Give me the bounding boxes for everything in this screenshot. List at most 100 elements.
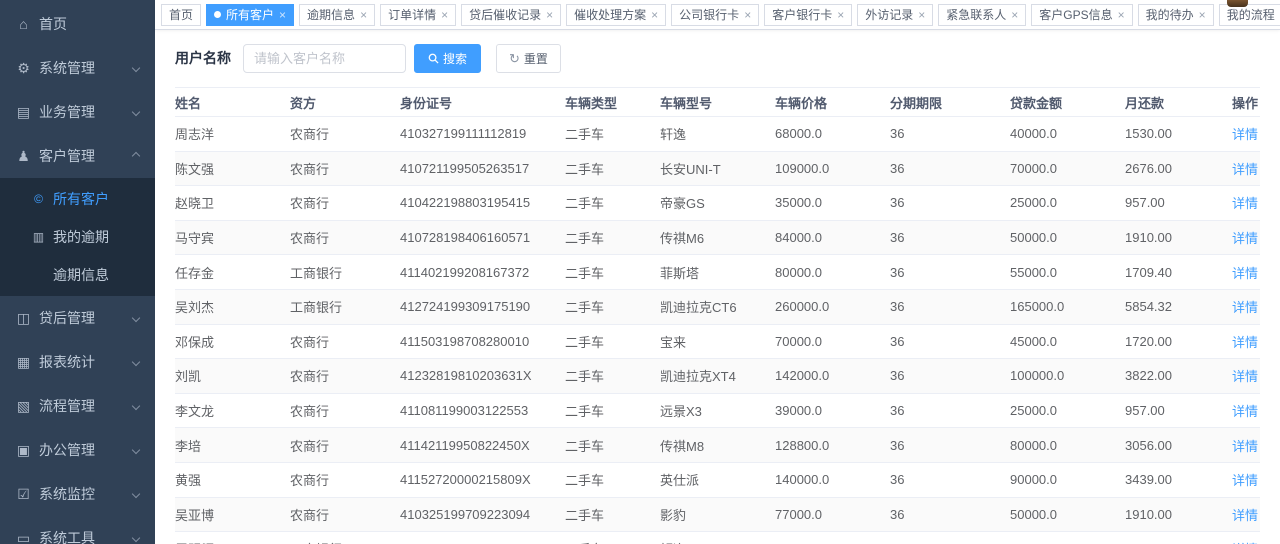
tab-my-process[interactable]: 我的流程× [1219, 4, 1280, 26]
close-icon[interactable]: × [546, 9, 553, 21]
search-button[interactable]: 搜索 [414, 44, 481, 73]
detail-link[interactable]: 详情 [1232, 231, 1258, 246]
detail-link[interactable]: 详情 [1232, 369, 1258, 384]
close-icon[interactable]: × [744, 9, 751, 21]
cell-funder: 农商行 [290, 505, 400, 524]
close-icon[interactable]: × [1011, 9, 1018, 21]
column-header: 身份证号 [400, 93, 565, 112]
cell-term: 36 [890, 438, 1010, 453]
chevron-down-icon [132, 358, 140, 366]
tab-bar: 首页所有客户×逾期信息×订单详情×贷后催收记录×催收处理方案×公司银行卡×客户银… [155, 0, 1280, 30]
close-icon[interactable]: × [837, 9, 844, 21]
sidebar-nav: ⌂首页⚙系统管理▤业务管理♟客户管理©所有客户▥我的逾期逾期信息◫贷后管理▦报表… [0, 2, 155, 544]
tab-overdue-info[interactable]: 逾期信息× [299, 4, 375, 26]
sidebar-item-customer-mgmt[interactable]: ♟客户管理 [0, 134, 155, 178]
sidebar-item-process-mgmt[interactable]: ▧流程管理 [0, 384, 155, 428]
cell-action: 详情 [1225, 366, 1260, 385]
column-header: 车辆类型 [565, 93, 660, 112]
tab-customer-gps[interactable]: 客户GPS信息× [1031, 4, 1132, 26]
sidebar-item-my-overdue[interactable]: ▥我的逾期 [0, 218, 155, 256]
tab-all-customers[interactable]: 所有客户 × [206, 4, 294, 26]
close-icon[interactable]: × [360, 9, 367, 21]
close-icon[interactable]: × [651, 9, 658, 21]
sidebar-item-system-monitor[interactable]: ☑系统监控 [0, 472, 155, 516]
cell-id_number: 410721199505263517 [400, 161, 565, 176]
customer-name-input[interactable] [243, 44, 406, 73]
tab-my-todo[interactable]: 我的待办 × [1138, 4, 1214, 26]
cell-model: 凯迪拉克CT6 [660, 297, 775, 316]
main-area: 首页所有客户×逾期信息×订单详情×贷后催收记录×催收处理方案×公司银行卡×客户银… [155, 0, 1280, 544]
cell-loan: 25000.0 [1010, 195, 1125, 210]
cell-model: 轩逸 [660, 124, 775, 143]
sidebar-item-label: 报表统计 [39, 352, 95, 372]
tab-collection-plan[interactable]: 催收处理方案× [566, 4, 666, 26]
sidebar-item-business-mgmt[interactable]: ▤业务管理 [0, 90, 155, 134]
table-row-partial: 周明辉工商银行二手车轩逸36详情 [175, 532, 1260, 544]
cell-term: 36 [890, 472, 1010, 487]
sidebar-item-loan-mgmt[interactable]: ◫贷后管理 [0, 296, 155, 340]
sidebar-item-overdue-info[interactable]: 逾期信息 [0, 256, 155, 294]
cell-price: 39000.0 [775, 403, 890, 418]
home-icon: ⌂ [15, 16, 32, 32]
tab-label: 外访记录 [865, 5, 913, 25]
detail-link[interactable]: 详情 [1232, 335, 1258, 350]
detail-link[interactable]: 详情 [1232, 404, 1258, 419]
search-icon [428, 53, 439, 64]
sidebar-item-label: 系统工具 [39, 528, 95, 544]
cell-model: 帝豪GS [660, 193, 775, 212]
detail-link[interactable]: 详情 [1232, 300, 1258, 315]
tab-label: 我的待办 [1146, 5, 1194, 25]
detail-link[interactable]: 详情 [1232, 473, 1258, 488]
cell-monthly: 1530.00 [1125, 126, 1225, 141]
cell-term: 36 [890, 126, 1010, 141]
detail-link[interactable]: 详情 [1232, 127, 1258, 142]
sidebar-item-office-mgmt[interactable]: ▣办公管理 [0, 428, 155, 472]
cell-funder: 农商行 [290, 332, 400, 351]
reset-button[interactable]: ↻ 重置 [496, 44, 561, 73]
cell-term: 36 [890, 403, 1010, 418]
tab-visit-records[interactable]: 外访记录 × [857, 4, 933, 26]
column-header: 资方 [290, 93, 400, 112]
cell-funder: 农商行 [290, 193, 400, 212]
detail-link[interactable]: 详情 [1232, 508, 1258, 523]
cell-id_number: 411503198708280010 [400, 334, 565, 349]
tab-home[interactable]: 首页 [161, 4, 201, 26]
tab-order-detail[interactable]: 订单详情× [380, 4, 456, 26]
table-row: 赵晓卫农商行410422198803195415二手车帝豪GS35000.036… [175, 186, 1260, 221]
chevron-up-icon [132, 152, 140, 160]
avatar-partial[interactable] [1227, 0, 1248, 7]
cell-vehicle_type: 二手车 [565, 159, 660, 178]
cell-funder: 工商银行 [290, 263, 400, 282]
tab-label: 贷后催收记录 [469, 5, 541, 25]
tab-label: 所有客户 [226, 5, 274, 25]
cell-action: 详情 [1225, 332, 1260, 351]
detail-link[interactable]: 详情 [1232, 162, 1258, 177]
close-icon[interactable]: × [1118, 9, 1125, 21]
tab-collection-records[interactable]: 贷后催收记录 × [461, 4, 561, 26]
cell-term: 36 [890, 161, 1010, 176]
table-body: 周志洋农商行410327199111112819二手车轩逸68000.03640… [175, 117, 1260, 544]
cell-funder: 农商行 [290, 436, 400, 455]
detail-link[interactable]: 详情 [1232, 266, 1258, 281]
cell-name: 邓保成 [175, 332, 290, 351]
close-icon[interactable]: × [279, 9, 286, 21]
tab-customer-bank-card[interactable]: 客户银行卡× [764, 4, 852, 26]
close-icon[interactable]: × [918, 9, 925, 21]
close-icon[interactable]: × [441, 9, 448, 21]
close-icon[interactable]: × [1199, 9, 1206, 21]
cell-price: 142000.0 [775, 368, 890, 383]
cell-id_number: 41232819810203631X [400, 368, 565, 383]
sidebar-item-report-stats[interactable]: ▦报表统计 [0, 340, 155, 384]
content: 用户名称 搜索 ↻ 重置 姓名资方身份证号车辆类型车辆型号车辆价格分期期限贷款金… [155, 30, 1280, 544]
sidebar-item-system-tools[interactable]: ▭系统工具 [0, 516, 155, 544]
sidebar-item-home[interactable]: ⌂首页 [0, 2, 155, 46]
detail-link[interactable]: 详情 [1232, 439, 1258, 454]
cell-name: 吴亚博 [175, 505, 290, 524]
detail-link[interactable]: 详情 [1232, 196, 1258, 211]
cell-loan: 25000.0 [1010, 403, 1125, 418]
tab-emergency-contacts[interactable]: 紧急联系人× [938, 4, 1026, 26]
sidebar-item-label: 客户管理 [39, 146, 95, 166]
sidebar-item-system-mgmt[interactable]: ⚙系统管理 [0, 46, 155, 90]
tab-company-bank-card[interactable]: 公司银行卡× [671, 4, 759, 26]
sidebar-item-all-customers[interactable]: ©所有客户 [0, 180, 155, 218]
